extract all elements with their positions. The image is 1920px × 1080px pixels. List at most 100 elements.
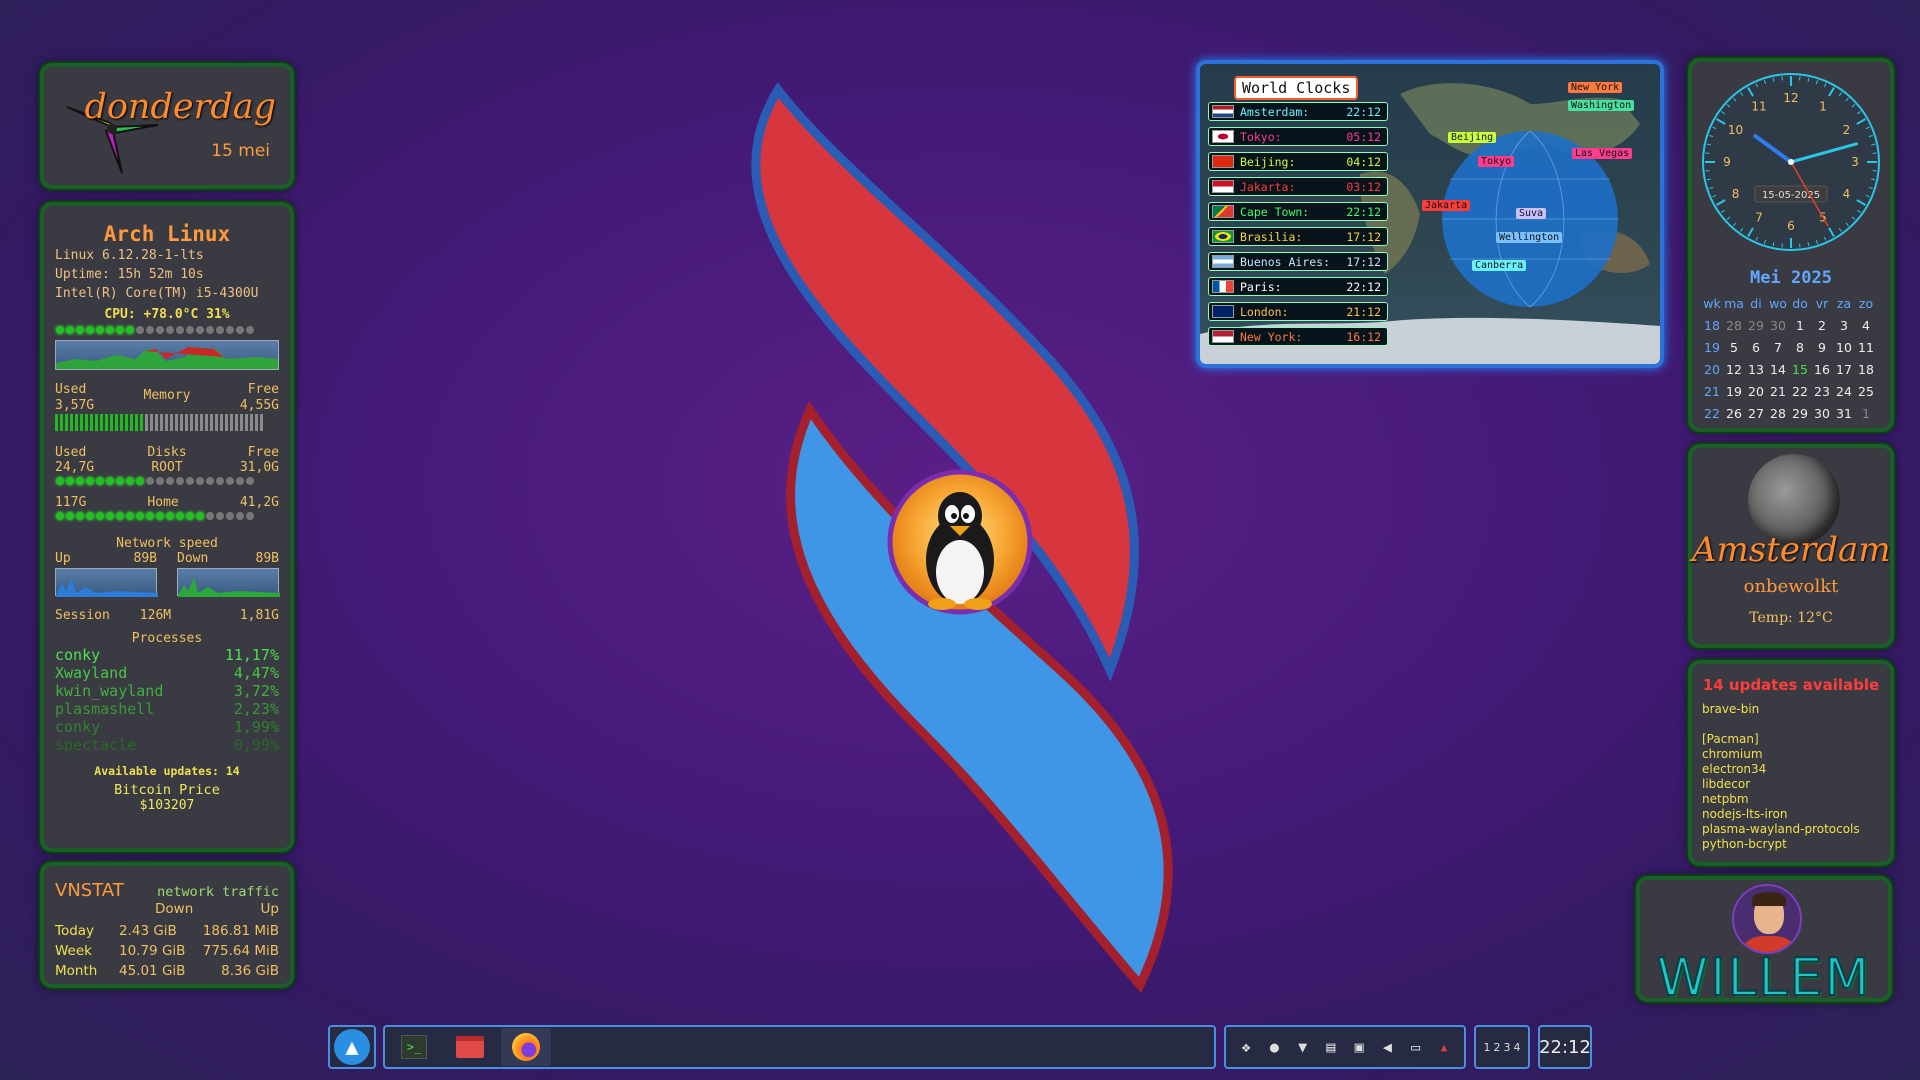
level-dot	[56, 477, 64, 485]
level-dot	[166, 477, 174, 485]
calendar-day[interactable]: 6	[1745, 336, 1767, 358]
clock-number: 4	[1843, 187, 1851, 201]
vnstat-down: 45.01 GiB	[119, 963, 186, 979]
calendar-week-number: 22	[1704, 405, 1720, 421]
home-used: 117G	[55, 495, 87, 510]
desktop-3[interactable]: 3	[1504, 1041, 1511, 1054]
level-dot	[106, 512, 114, 520]
level-dot	[216, 512, 224, 520]
calendar-weekday: zo	[1858, 295, 1874, 311]
firefox-task[interactable]	[501, 1028, 551, 1066]
map-city-label: Wellington	[1496, 232, 1563, 243]
vnstat-row: Today 2.43 GiB 186.81 MiB	[55, 921, 279, 941]
calendar-day[interactable]: 17	[1833, 358, 1855, 380]
calendar-day[interactable]: 8	[1789, 336, 1811, 358]
level-dot	[186, 512, 194, 520]
calendar-day[interactable]: 22	[1789, 380, 1811, 402]
calendar-day[interactable]: 20	[1745, 380, 1767, 402]
calendar-day[interactable]: 1	[1855, 402, 1877, 424]
location-icon[interactable]: ●	[1265, 1038, 1283, 1056]
calendar-day[interactable]: 25	[1855, 380, 1877, 402]
files-task[interactable]	[445, 1028, 495, 1066]
vnstat-down: 2.43 GiB	[119, 923, 177, 939]
calendar-weekday: ma	[1724, 295, 1744, 311]
calendar-day[interactable]: 29	[1745, 314, 1767, 336]
calendar-day[interactable]: 26	[1723, 402, 1745, 424]
calendar-day[interactable]: 29	[1789, 402, 1811, 424]
calendar-day[interactable]: 2	[1811, 314, 1833, 336]
calendar-day[interactable]: 19	[1723, 380, 1745, 402]
digital-clock[interactable]: 22:12	[1538, 1025, 1592, 1069]
calendar-day[interactable]: 5	[1723, 336, 1745, 358]
terminal-task[interactable]: >_	[389, 1028, 439, 1066]
dropbox-icon[interactable]: ❖	[1237, 1038, 1255, 1056]
calendar-day[interactable]: 13	[1745, 358, 1767, 380]
calendar-day[interactable]: 9	[1811, 336, 1833, 358]
calendar-day[interactable]: 10	[1833, 336, 1855, 358]
vnstat-row: Month 45.01 GiB 8.36 GiB	[55, 961, 279, 981]
disk-icon[interactable]: ▣	[1350, 1038, 1368, 1056]
mem-used-label: Used	[55, 382, 87, 397]
flag-icon	[1212, 130, 1234, 143]
world-clock-time: 17:12	[1346, 229, 1381, 244]
volume-icon[interactable]: ◀	[1378, 1038, 1396, 1056]
desktop-4[interactable]: 4	[1514, 1041, 1521, 1054]
calendar-day[interactable]: 18	[1855, 358, 1877, 380]
desktop-1[interactable]: 1	[1484, 1041, 1491, 1054]
clock-number: 9	[1723, 155, 1731, 169]
level-dot	[56, 512, 64, 520]
clock-number: 1	[1819, 100, 1827, 114]
vnstat-down: 10.79 GiB	[119, 943, 186, 959]
world-clock-row: New York: 16:12	[1208, 327, 1388, 346]
world-clock-city: Cape Town:	[1240, 204, 1310, 219]
calendar-day[interactable]: 11	[1855, 336, 1877, 358]
world-clock-time: 21:12	[1346, 304, 1381, 319]
calendar-day[interactable]: 30	[1811, 402, 1833, 424]
calendar-day[interactable]: 1	[1789, 314, 1811, 336]
level-dot	[126, 477, 134, 485]
avatar	[1732, 884, 1802, 954]
flag-icon	[1212, 155, 1234, 168]
process-cpu: 2,23%	[233, 700, 279, 718]
calendar-day[interactable]: 4	[1855, 314, 1877, 336]
map-city-label: Washington	[1568, 100, 1635, 111]
vnstat-up: 775.64 MiB	[202, 943, 279, 959]
calendar-week-row: 21 19 20 21 22 23 24 25	[1701, 380, 1877, 402]
level-dot	[196, 512, 204, 520]
root-name: ROOT	[151, 460, 183, 475]
calendar-day[interactable]: 30	[1767, 314, 1789, 336]
calendar-day[interactable]: 7	[1767, 336, 1789, 358]
vnstat-period: Today	[55, 923, 95, 939]
calendar-day[interactable]: 24	[1833, 380, 1855, 402]
memory-segment	[140, 414, 143, 431]
vpn-icon[interactable]: ▼	[1294, 1038, 1312, 1056]
vnstat-title: VNSTAT	[55, 880, 124, 901]
calendar-day[interactable]: 16	[1811, 358, 1833, 380]
disk-title: Disks	[147, 445, 187, 460]
clock-number: 8	[1732, 187, 1740, 201]
world-clock-city: Paris:	[1240, 279, 1282, 294]
calendar-day[interactable]: 3	[1833, 314, 1855, 336]
calendar-day[interactable]: 28	[1767, 402, 1789, 424]
map-city-label: New York	[1568, 82, 1623, 93]
calendar-day[interactable]: 12	[1723, 358, 1745, 380]
calendar-day[interactable]: 27	[1745, 402, 1767, 424]
calendar-day[interactable]: 15	[1789, 358, 1811, 380]
world-clocks-widget: World Clocks Amsterdam: 22:12 Tokyo: 05:12 B…	[1196, 60, 1664, 368]
calendar-week-row: 20 12 13 14 15 16 17 18	[1701, 358, 1877, 380]
calendar-day[interactable]: 31	[1833, 402, 1855, 424]
display-icon[interactable]: ▭	[1407, 1038, 1425, 1056]
calendar-day[interactable]: 21	[1767, 380, 1789, 402]
chevron-up-icon[interactable]: ▲	[1435, 1038, 1453, 1056]
calendar-day[interactable]: 14	[1767, 358, 1789, 380]
calendar-day[interactable]: 28	[1723, 314, 1745, 336]
launcher-button[interactable]: ▲	[328, 1025, 376, 1069]
clipboard-icon[interactable]: ▤	[1322, 1038, 1340, 1056]
process-row: conky 11,17%	[55, 646, 279, 664]
desktop-2[interactable]: 2	[1494, 1041, 1501, 1054]
memory-segment	[210, 414, 213, 431]
calendar-day[interactable]: 23	[1811, 380, 1833, 402]
level-dot	[146, 477, 154, 485]
cpu-line: CPU: +78.0°C 31%	[104, 307, 230, 322]
flag-icon	[1212, 205, 1234, 218]
